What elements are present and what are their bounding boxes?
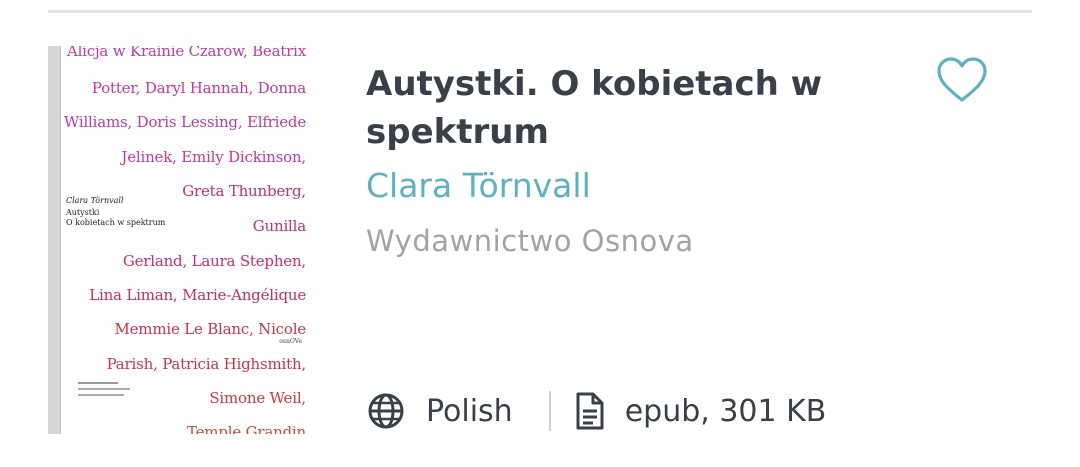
- cover-line: Williams, Doris Lessing, Elfriede: [63, 113, 306, 131]
- cover-title-line: Autystki: [66, 208, 100, 217]
- cover-line: Lina Liman, Marie-Angélique: [89, 286, 306, 304]
- cover-spine: [48, 46, 61, 434]
- cover-line: Alicja w Krainie Czarów, Beatrix: [66, 46, 306, 60]
- book-language: Polish: [426, 393, 513, 429]
- globe-icon: [368, 393, 404, 429]
- cover-line: Gunilla: [252, 217, 306, 235]
- cover-line: Potter, Daryl Hannah, Donna: [91, 79, 306, 97]
- favorite-button[interactable]: [936, 56, 988, 104]
- cover-author: Clara Törnvall: [66, 196, 124, 205]
- cover-line: Temple Grandin: [186, 423, 306, 434]
- cover-line: Greta Thunberg,: [182, 182, 306, 200]
- book-cover[interactable]: Alicja w Krainie Czarów, Beatrix Potter,…: [48, 46, 310, 434]
- cover-fine-print: [78, 382, 118, 384]
- cover-line: Parish, Patricia Highsmith,: [106, 355, 307, 373]
- book-meta: Polish epub, 301 KB: [366, 388, 826, 434]
- top-divider: [48, 10, 1032, 13]
- cover-line: Simone Weil,: [209, 389, 306, 407]
- book-publisher: Wydawnictwo Osnova: [366, 224, 694, 258]
- book-title[interactable]: Autystki. O kobietach w spektrum: [366, 60, 896, 156]
- document-icon: [576, 392, 604, 430]
- cover-line: Jelinek, Emily Dickinson,: [121, 148, 306, 166]
- meta-separator: [548, 391, 551, 431]
- heart-outline-icon: [937, 57, 987, 102]
- cover-fine-print: [78, 388, 130, 390]
- book-author[interactable]: Clara Törnvall: [366, 163, 591, 209]
- cover-line: Memmie Le Blanc, Nicole: [114, 320, 306, 338]
- cover-fine-print: [78, 394, 124, 396]
- book-list-item[interactable]: Alicja w Krainie Czarów, Beatrix Potter,…: [0, 0, 1080, 467]
- book-file-info: epub, 301 KB: [624, 393, 827, 429]
- cover-mark: osnOVe: [279, 338, 302, 345]
- cover-line: Gerland, Laura Stephen,: [122, 252, 306, 270]
- cover-title-line: O kobietach w spektrum: [66, 218, 166, 227]
